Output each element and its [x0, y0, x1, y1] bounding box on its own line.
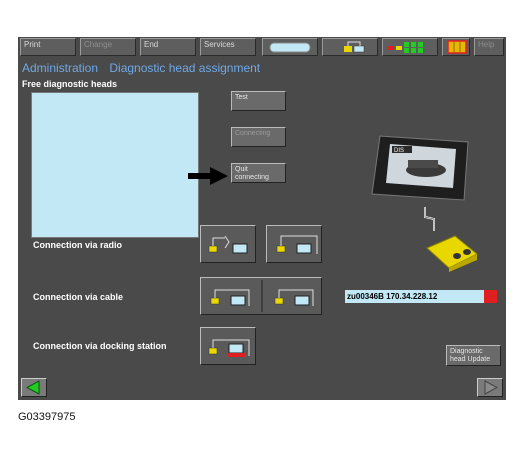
arrow-right-nav-icon	[484, 380, 499, 395]
battery-icon	[269, 42, 311, 53]
arrow-left-icon	[25, 380, 40, 395]
wireless-link-icon	[424, 207, 435, 231]
docking-station-icon	[208, 339, 250, 357]
dis-screen: Print Change End Services Help Administr…	[18, 37, 506, 400]
free-heads-label: Free diagnostic heads	[22, 79, 118, 89]
docking-connection-button[interactable]	[200, 327, 256, 365]
network-icon	[344, 41, 365, 53]
services-button[interactable]: Services	[200, 38, 256, 56]
radio-connection-label: Connection via radio	[33, 240, 123, 250]
help-button[interactable]: Help	[474, 38, 504, 56]
page-section: Administration	[22, 61, 99, 75]
radio-connection-button-2[interactable]	[266, 225, 322, 263]
signal-bars-icon	[388, 42, 423, 53]
test-button[interactable]: Test	[231, 91, 286, 111]
figure-caption: G03397975	[18, 411, 76, 423]
connecting-button[interactable]: Connecting	[231, 127, 286, 147]
progress-indicator	[262, 38, 318, 56]
dis-screen-text: DIS	[394, 148, 404, 154]
head-address-text: zu00346B 170.34.228.12	[347, 292, 438, 301]
change-button[interactable]: Change	[80, 38, 136, 56]
docking-connection-label: Connection via docking station	[33, 341, 167, 351]
page-name: Diagnostic head assignment	[109, 61, 261, 75]
radio-connection-button-1[interactable]	[200, 225, 256, 263]
connection-status	[322, 38, 378, 56]
page-title: Administration Diagnostic head assignmen…	[22, 61, 268, 75]
radio-link-icon	[208, 235, 248, 254]
cable-connection-group[interactable]	[200, 277, 322, 315]
print-button[interactable]: Print	[20, 38, 76, 56]
free-heads-list[interactable]	[31, 92, 199, 238]
radio-base-icon	[276, 235, 318, 254]
status-indicator	[484, 290, 497, 303]
diagnostic-head-icon	[426, 235, 478, 272]
signal-status	[382, 38, 438, 56]
battery-level-icon	[447, 40, 467, 54]
dis-tester-icon: DIS	[371, 135, 469, 201]
end-button[interactable]: End	[140, 38, 196, 56]
cable-link-icon	[210, 280, 314, 312]
battery-status	[442, 38, 470, 56]
arrow-right-icon	[188, 167, 228, 185]
forward-button[interactable]	[477, 378, 503, 397]
quit-connecting-button[interactable]: Quit connecting	[231, 163, 286, 183]
back-button[interactable]	[21, 378, 47, 397]
head-update-button[interactable]: Diagnostic head Update	[446, 345, 501, 366]
head-address-field[interactable]: zu00346B 170.34.228.12	[345, 290, 497, 303]
cable-connection-label: Connection via cable	[33, 292, 124, 302]
